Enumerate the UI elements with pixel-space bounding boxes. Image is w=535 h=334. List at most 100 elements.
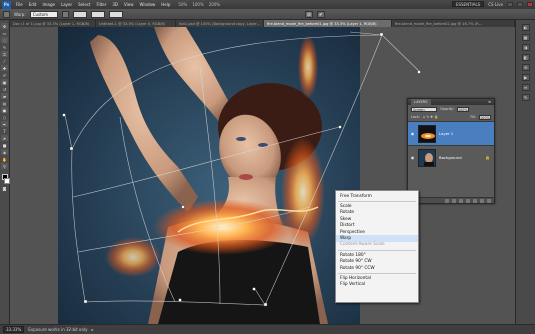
options-bar: Warp: Custom ⊘ ✔: [0, 9, 535, 20]
warp-control-point[interactable]: [338, 125, 342, 129]
channels-panel-icon[interactable]: ≡: [521, 84, 530, 91]
visibility-eye-icon[interactable]: ◉: [410, 131, 415, 136]
menu-file[interactable]: File: [16, 2, 23, 7]
blend-row: Screen Opacity: 100%: [408, 105, 494, 113]
swatches-panel-icon[interactable]: ▦: [521, 34, 530, 41]
fill-field[interactable]: 100%: [479, 114, 491, 120]
warp-control-point[interactable]: [62, 113, 66, 117]
doc-tab[interactable]: Doc (1 of 1).jpg @ 33.3% (Layer 1, RGB/8…: [10, 20, 96, 27]
link-layers-icon[interactable]: [445, 198, 449, 203]
masks-panel-icon[interactable]: ◧: [521, 54, 530, 61]
v-distortion-field[interactable]: [108, 10, 123, 18]
h-distortion-field[interactable]: [90, 10, 105, 18]
background-color-swatch[interactable]: [3, 178, 10, 184]
warp-handle[interactable]: [69, 146, 74, 151]
warp-control-point[interactable]: [252, 287, 256, 291]
pen-tool-icon[interactable]: ✒: [1, 121, 8, 127]
doc-tab-active[interactable]: fire.blend_mode_fire_before01.jpg @ 33.3…: [264, 20, 392, 27]
close-button[interactable]: [527, 1, 533, 7]
menu-filter[interactable]: Filter: [96, 2, 106, 7]
commit-transform-button[interactable]: ✔: [317, 11, 325, 18]
transform-tool-icon[interactable]: [3, 10, 10, 18]
menu-help[interactable]: Help: [161, 2, 170, 7]
status-arrow-icon[interactable]: ▸: [92, 327, 94, 332]
bend-field[interactable]: [72, 10, 87, 18]
lock-icon: 🔒: [485, 155, 490, 160]
menu-item-free-transform[interactable]: Free Transform: [336, 193, 418, 199]
gradient-tool-icon[interactable]: ▤: [1, 100, 8, 106]
move-tool-icon[interactable]: ✥: [1, 23, 8, 29]
trash-icon[interactable]: [487, 198, 491, 203]
menu-image[interactable]: Image: [42, 2, 55, 7]
doc-tab[interactable]: fire.blend_mode_fire_before02.jpg @ 16.7…: [392, 20, 515, 27]
warp-handle[interactable]: [379, 32, 384, 37]
color-panel-icon[interactable]: ◐: [521, 24, 530, 31]
new-group-icon[interactable]: [473, 198, 477, 203]
dodge-tool-icon[interactable]: ○: [1, 114, 8, 120]
eyedropper-tool-icon[interactable]: ⁄: [1, 58, 8, 64]
zoom-preset-3[interactable]: 200%: [209, 2, 220, 7]
eraser-tool-icon[interactable]: ▰: [1, 93, 8, 99]
quick-mask-icon[interactable]: ◙: [1, 185, 8, 191]
visibility-eye-icon[interactable]: ◉: [410, 155, 415, 160]
healing-tool-icon[interactable]: ✚: [1, 65, 8, 71]
shape-tool-icon[interactable]: ■: [1, 142, 8, 148]
warp-control-point[interactable]: [178, 298, 182, 302]
type-tool-icon[interactable]: T: [1, 128, 8, 134]
actions-panel-icon[interactable]: ▶: [521, 74, 530, 81]
maximize-button[interactable]: [517, 1, 523, 7]
zoom-level-field[interactable]: 33.33%: [3, 326, 25, 333]
warp-orientation-icon[interactable]: [61, 10, 69, 18]
zoom-preset-1[interactable]: 50%: [178, 2, 187, 7]
menu-item-flip-vertical[interactable]: Flip Vertical: [336, 282, 418, 288]
layer-style-icon[interactable]: [452, 198, 456, 203]
zoom-tool-icon[interactable]: ⚲: [1, 163, 8, 169]
doc-tab[interactable]: Untitled-1 @ 33.3% (Layer 0, RGB/8): [96, 20, 176, 27]
layer-row-layer-1[interactable]: ◉ Layer 1: [408, 121, 494, 145]
history-panel-icon[interactable]: ⟲: [521, 64, 530, 71]
layers-tab[interactable]: LAYERS: [411, 99, 431, 105]
blend-mode-select[interactable]: Screen: [411, 106, 437, 112]
lock-icons[interactable]: ▫ ✎ ✥ 🔒: [423, 115, 438, 119]
adjustments-panel-icon[interactable]: ◑: [521, 44, 530, 51]
cancel-transform-button[interactable]: ⊘: [305, 11, 313, 18]
layer-row-background[interactable]: ◉ Background 🔒: [408, 145, 494, 169]
warp-handle[interactable]: [83, 299, 88, 304]
adjustment-layer-icon[interactable]: [466, 198, 470, 203]
history-brush-tool-icon[interactable]: ↺: [1, 86, 8, 92]
menu-edit[interactable]: Edit: [29, 2, 37, 7]
hand-tool-icon[interactable]: ✋: [1, 156, 8, 162]
lasso-tool-icon[interactable]: ◌: [1, 37, 8, 43]
3d-rotate-tool-icon[interactable]: ◈: [1, 149, 8, 155]
menu-item-rotate-90-ccw[interactable]: Rotate 90° CCW: [336, 265, 418, 271]
opacity-field[interactable]: 100%: [456, 106, 469, 112]
menu-select[interactable]: Select: [78, 2, 90, 7]
doc-tab[interactable]: hot1.psd @ 100% (Background copy, Layer.…: [176, 20, 264, 27]
cs-live-button[interactable]: CS Live: [488, 2, 503, 7]
brush-tool-icon[interactable]: ✐: [1, 72, 8, 78]
panel-dock: ◐ ▦ ◑ ◧ ⟲ ▶ ≡ ✎: [515, 20, 535, 324]
path-select-tool-icon[interactable]: ➤: [1, 135, 8, 141]
warp-handle[interactable]: [263, 302, 268, 307]
zoom-preset-2[interactable]: 100%: [192, 2, 203, 7]
warp-control-point[interactable]: [181, 205, 185, 209]
warp-control-point[interactable]: [417, 70, 421, 74]
crop-tool-icon[interactable]: ⌗: [1, 51, 8, 57]
add-mask-icon[interactable]: [459, 198, 463, 203]
workspace-switcher[interactable]: ESSENTIALS: [451, 1, 485, 7]
new-layer-icon[interactable]: [480, 198, 484, 203]
menu-window[interactable]: Window: [140, 2, 156, 7]
stamp-tool-icon[interactable]: ▣: [1, 79, 8, 85]
blur-tool-icon[interactable]: ●: [1, 107, 8, 113]
paths-panel-icon[interactable]: ✎: [521, 94, 530, 101]
minimize-button[interactable]: [507, 1, 513, 7]
menu-view[interactable]: View: [124, 2, 134, 7]
layer-name[interactable]: Layer 1: [439, 131, 453, 136]
warp-style-select[interactable]: Custom: [29, 10, 58, 18]
layer-name[interactable]: Background: [439, 155, 462, 160]
menu-layer[interactable]: Layer: [61, 2, 72, 7]
marquee-tool-icon[interactable]: ▭: [1, 30, 8, 36]
quick-select-tool-icon[interactable]: ✎: [1, 44, 8, 50]
panel-menu-icon[interactable]: ≡: [488, 100, 491, 104]
menu-3d[interactable]: 3D: [112, 2, 118, 7]
